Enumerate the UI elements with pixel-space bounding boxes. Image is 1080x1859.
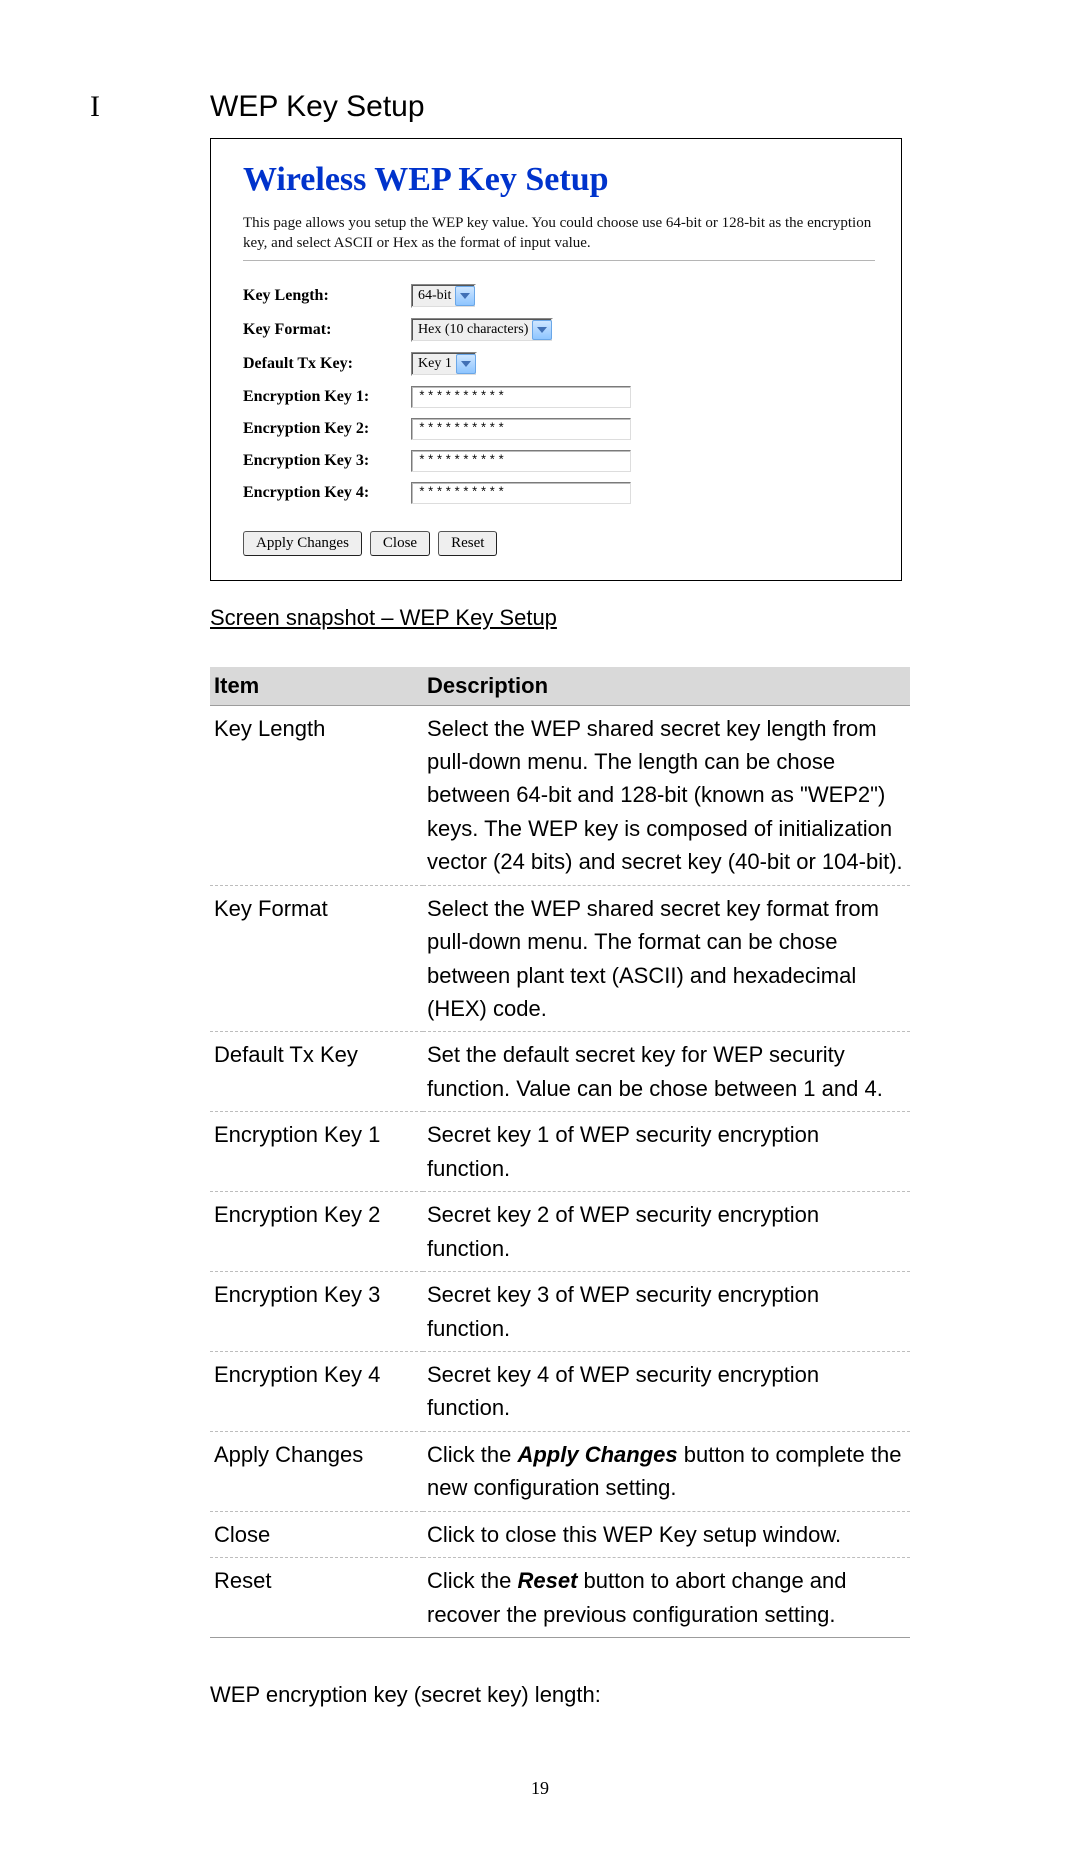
chevron-down-icon [532, 320, 552, 340]
encryption-key-3-input[interactable] [411, 450, 631, 472]
table-row: ResetClick the Reset button to abort cha… [210, 1558, 910, 1638]
default-tx-key-label: Default Tx Key: [243, 347, 411, 381]
table-cell-item: Encryption Key 4 [210, 1351, 423, 1431]
encryption-key-2-label: Encryption Key 2: [243, 413, 411, 445]
table-cell-item: Encryption Key 1 [210, 1112, 423, 1192]
table-cell-item: Apply Changes [210, 1431, 423, 1511]
table-cell-item: Close [210, 1511, 423, 1557]
encryption-key-3-label: Encryption Key 3: [243, 445, 411, 477]
table-row: Key LengthSelect the WEP shared secret k… [210, 705, 910, 885]
key-length-label: Key Length: [243, 279, 411, 313]
table-cell-desc: Select the WEP shared secret key length … [423, 705, 910, 885]
encryption-key-4-input[interactable] [411, 482, 631, 504]
table-cell-item: Encryption Key 3 [210, 1272, 423, 1352]
encryption-key-1-label: Encryption Key 1: [243, 381, 411, 413]
screenshot-caption: Screen snapshot – WEP Key Setup [210, 605, 990, 631]
key-length-value: 64-bit [418, 288, 451, 304]
table-cell-desc: Click the Reset button to abort change a… [423, 1558, 910, 1638]
section-marker: I [90, 90, 110, 124]
panel-heading: Wireless WEP Key Setup [243, 161, 875, 199]
table-cell-desc: Click the Apply Changes button to comple… [423, 1431, 910, 1511]
encryption-key-2-input[interactable] [411, 418, 631, 440]
table-header-desc: Description [423, 667, 910, 706]
table-cell-desc: Secret key 4 of WEP security encryption … [423, 1351, 910, 1431]
table-cell-item: Key Length [210, 705, 423, 885]
encryption-key-4-label: Encryption Key 4: [243, 477, 411, 509]
table-cell-desc: Secret key 3 of WEP security encryption … [423, 1272, 910, 1352]
key-format-label: Key Format: [243, 313, 411, 347]
table-row: Encryption Key 4Secret key 4 of WEP secu… [210, 1351, 910, 1431]
table-cell-item: Key Format [210, 885, 423, 1032]
bold-italic-text: Apply Changes [517, 1442, 677, 1467]
table-header-item: Item [210, 667, 423, 706]
page-number: 19 [90, 1778, 990, 1799]
chevron-down-icon [455, 286, 475, 306]
encryption-key-1-input[interactable] [411, 386, 631, 408]
table-cell-desc: Set the default secret key for WEP secur… [423, 1032, 910, 1112]
table-cell-item: Default Tx Key [210, 1032, 423, 1112]
table-cell-desc: Select the WEP shared secret key format … [423, 885, 910, 1032]
chevron-down-icon [456, 354, 476, 374]
close-button[interactable]: Close [370, 531, 430, 556]
key-format-select[interactable]: Hex (10 characters) [411, 318, 553, 342]
default-tx-key-select[interactable]: Key 1 [411, 352, 477, 376]
table-cell-item: Reset [210, 1558, 423, 1638]
bold-italic-text: Reset [517, 1568, 577, 1593]
default-tx-key-value: Key 1 [418, 356, 452, 372]
table-row: Encryption Key 2Secret key 2 of WEP secu… [210, 1192, 910, 1272]
apply-changes-button[interactable]: Apply Changes [243, 531, 362, 556]
key-length-select[interactable]: 64-bit [411, 284, 476, 308]
table-row: Apply ChangesClick the Apply Changes but… [210, 1431, 910, 1511]
table-cell-desc: Secret key 2 of WEP security encryption … [423, 1192, 910, 1272]
reset-button[interactable]: Reset [438, 531, 497, 556]
panel-description: This page allows you setup the WEP key v… [243, 213, 875, 254]
table-cell-item: Encryption Key 2 [210, 1192, 423, 1272]
key-format-value: Hex (10 characters) [418, 322, 528, 338]
wep-setup-panel: Wireless WEP Key Setup This page allows … [210, 138, 902, 581]
table-row: Default Tx KeySet the default secret key… [210, 1032, 910, 1112]
section-title: WEP Key Setup [210, 90, 425, 124]
table-cell-desc: Secret key 1 of WEP security encryption … [423, 1112, 910, 1192]
table-row: CloseClick to close this WEP Key setup w… [210, 1511, 910, 1557]
table-row: Key FormatSelect the WEP shared secret k… [210, 885, 910, 1032]
table-row: Encryption Key 3Secret key 3 of WEP secu… [210, 1272, 910, 1352]
table-row: Encryption Key 1Secret key 1 of WEP secu… [210, 1112, 910, 1192]
table-cell-desc: Click to close this WEP Key setup window… [423, 1511, 910, 1557]
description-table: Item Description Key LengthSelect the WE… [210, 667, 910, 1639]
footer-text: WEP encryption key (secret key) length: [210, 1682, 990, 1708]
